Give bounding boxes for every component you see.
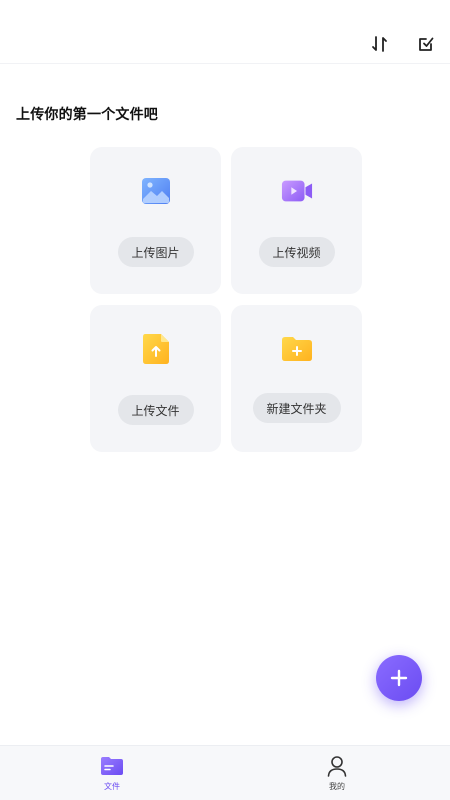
folder-tab-icon: [99, 754, 125, 778]
new-folder-card[interactable]: 新建文件夹: [231, 305, 362, 452]
top-bar: [0, 0, 450, 64]
app-screen: 上传你的第一个文件吧 上传图片 上传视频 上传文件 新建文件夹 文件 我的: [0, 0, 450, 800]
upload-video-label: 上传视频: [258, 237, 335, 267]
edit-check-icon: [419, 37, 434, 51]
plus-icon: [390, 669, 408, 687]
select-edit-button[interactable]: [414, 32, 438, 56]
upload-file-label: 上传文件: [117, 395, 194, 425]
upload-video-card[interactable]: 上传视频: [231, 147, 362, 294]
upload-image-label: 上传图片: [117, 237, 194, 267]
new-folder-label: 新建文件夹: [252, 393, 341, 423]
upload-image-card[interactable]: 上传图片: [90, 147, 221, 294]
sort-icon: [372, 36, 387, 52]
sort-button[interactable]: [368, 32, 392, 56]
video-icon: [281, 175, 313, 207]
page-heading: 上传你的第一个文件吧: [16, 107, 158, 123]
nav-label-files: 文件: [104, 782, 120, 791]
add-fab-button[interactable]: [376, 655, 422, 701]
bottom-nav: 文件 我的: [0, 745, 450, 800]
upload-file-icon: [140, 333, 172, 365]
quick-action-grid: 上传图片 上传视频 上传文件 新建文件夹: [90, 147, 362, 452]
nav-tab-files[interactable]: 文件: [72, 754, 152, 798]
upload-file-card[interactable]: 上传文件: [90, 305, 221, 452]
new-folder-icon: [281, 333, 313, 365]
nav-label-mine: 我的: [329, 782, 345, 791]
nav-tab-mine[interactable]: 我的: [297, 754, 377, 798]
image-icon: [140, 175, 172, 207]
profile-icon: [324, 754, 350, 778]
